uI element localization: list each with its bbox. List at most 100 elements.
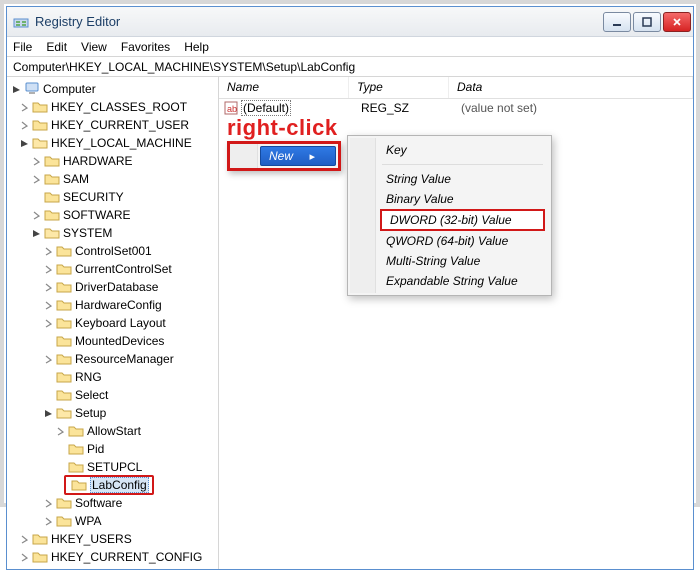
expand-icon[interactable] — [43, 354, 54, 365]
value-list-pane[interactable]: Name Type Data ab (Default) REG_SZ (valu… — [219, 77, 693, 569]
folder-icon — [56, 496, 72, 510]
tree-item[interactable]: HKEY_CURRENT_USER — [51, 118, 189, 132]
tree-item[interactable]: HKEY_USERS — [51, 532, 132, 546]
folder-icon — [44, 172, 60, 186]
tree-item[interactable]: SECURITY — [63, 190, 124, 204]
col-name[interactable]: Name — [219, 77, 349, 98]
submenu-qword[interactable]: QWORD (64-bit) Value — [376, 231, 549, 251]
tree-item[interactable]: HARDWARE — [63, 154, 133, 168]
expand-icon[interactable] — [43, 300, 54, 311]
tree-item-labconfig[interactable]: LabConfig — [90, 477, 149, 493]
value-name: (Default) — [241, 100, 291, 116]
folder-icon — [68, 460, 84, 474]
expand-icon[interactable] — [43, 282, 54, 293]
tree-item[interactable]: SOFTWARE — [63, 208, 131, 222]
folder-open-icon — [56, 406, 72, 420]
registry-tree-pane[interactable]: Computer HKEY_CLASSES_ROOT HKEY_CURRENT_… — [7, 77, 219, 569]
folder-icon — [44, 190, 60, 204]
submenu-key[interactable]: Key — [376, 140, 549, 160]
expand-icon[interactable] — [19, 138, 30, 149]
col-type[interactable]: Type — [349, 77, 449, 98]
tree-item[interactable]: ResourceManager — [75, 352, 174, 366]
expand-icon[interactable] — [43, 246, 54, 257]
tree-item[interactable]: SETUPCL — [87, 460, 142, 474]
expand-icon[interactable] — [43, 264, 54, 275]
folder-icon — [56, 316, 72, 330]
window-titlebar: Registry Editor — [7, 7, 693, 37]
expand-icon[interactable] — [19, 102, 30, 113]
tree-root[interactable]: Computer — [43, 82, 96, 96]
folder-icon — [56, 334, 72, 348]
context-menu-new[interactable]: New ▸ — [260, 146, 336, 166]
expand-icon[interactable] — [11, 84, 22, 95]
folder-icon — [68, 442, 84, 456]
folder-icon — [56, 244, 72, 258]
expand-icon[interactable] — [55, 426, 66, 437]
folder-icon — [32, 532, 48, 546]
tree-item[interactable]: HKEY_CLASSES_ROOT — [51, 100, 187, 114]
col-data[interactable]: Data — [449, 77, 693, 98]
folder-icon — [56, 262, 72, 276]
folder-icon — [56, 352, 72, 366]
expand-icon[interactable] — [19, 534, 30, 545]
tree-item[interactable]: Keyboard Layout — [75, 316, 166, 330]
menu-help[interactable]: Help — [184, 40, 209, 54]
menu-favorites[interactable]: Favorites — [121, 40, 170, 54]
svg-text:ab: ab — [227, 104, 237, 114]
menu-view[interactable]: View — [81, 40, 107, 54]
expand-icon[interactable] — [31, 210, 42, 221]
close-button[interactable] — [663, 12, 691, 32]
tree-item[interactable]: ControlSet001 — [75, 244, 152, 258]
folder-icon — [32, 118, 48, 132]
folder-open-icon — [32, 136, 48, 150]
folder-icon — [44, 208, 60, 222]
folder-icon — [56, 298, 72, 312]
annotation-right-click: right-click — [227, 115, 338, 141]
tree-item[interactable]: Software — [75, 496, 122, 510]
tree-item[interactable]: HKEY_LOCAL_MACHINE — [51, 136, 192, 150]
submenu-dword[interactable]: DWORD (32-bit) Value — [380, 209, 545, 231]
expand-icon[interactable] — [19, 552, 30, 563]
menu-file[interactable]: File — [13, 40, 32, 54]
expand-icon[interactable] — [19, 120, 30, 131]
folder-icon — [32, 100, 48, 114]
submenu-multi[interactable]: Multi-String Value — [376, 251, 549, 271]
tree-item[interactable]: WPA — [75, 514, 101, 528]
tree-item[interactable]: AllowStart — [87, 424, 141, 438]
maximize-button[interactable] — [633, 12, 661, 32]
expand-icon[interactable] — [43, 516, 54, 527]
folder-icon — [71, 478, 87, 492]
submenu-expand[interactable]: Expandable String Value — [376, 271, 549, 291]
list-header: Name Type Data — [219, 77, 693, 99]
tree-item[interactable]: Select — [75, 388, 108, 402]
tree-item[interactable]: MountedDevices — [75, 334, 164, 348]
folder-icon — [44, 154, 60, 168]
tree-item[interactable]: Setup — [75, 406, 106, 420]
tree-item[interactable]: RNG — [75, 370, 102, 384]
expand-icon[interactable] — [31, 228, 42, 239]
address-text: Computer\HKEY_LOCAL_MACHINE\SYSTEM\Setup… — [13, 60, 355, 74]
tree-item[interactable]: CurrentControlSet — [75, 262, 172, 276]
tree-item[interactable]: SAM — [63, 172, 89, 186]
menubar: File Edit View Favorites Help — [7, 37, 693, 57]
expand-icon[interactable] — [43, 408, 54, 419]
menu-edit[interactable]: Edit — [46, 40, 67, 54]
expand-icon[interactable] — [31, 174, 42, 185]
folder-icon — [68, 424, 84, 438]
tree-item[interactable]: Pid — [87, 442, 104, 456]
tree-item[interactable]: DriverDatabase — [75, 280, 158, 294]
expand-icon[interactable] — [31, 156, 42, 167]
submenu-binary[interactable]: Binary Value — [376, 189, 549, 209]
string-value-icon: ab — [223, 100, 239, 116]
address-bar[interactable]: Computer\HKEY_LOCAL_MACHINE\SYSTEM\Setup… — [7, 57, 693, 77]
tree-item[interactable]: HKEY_CURRENT_CONFIG — [51, 550, 202, 564]
tree-item[interactable]: HardwareConfig — [75, 298, 162, 312]
tree-item[interactable]: SYSTEM — [63, 226, 112, 240]
context-menu: New ▸ — [227, 141, 341, 171]
window-title: Registry Editor — [35, 14, 601, 29]
new-submenu: Key String Value Binary Value DWORD (32-… — [347, 135, 552, 296]
value-data: (value not set) — [461, 101, 693, 115]
submenu-string[interactable]: String Value — [376, 169, 549, 189]
minimize-button[interactable] — [603, 12, 631, 32]
expand-icon[interactable] — [43, 318, 54, 329]
